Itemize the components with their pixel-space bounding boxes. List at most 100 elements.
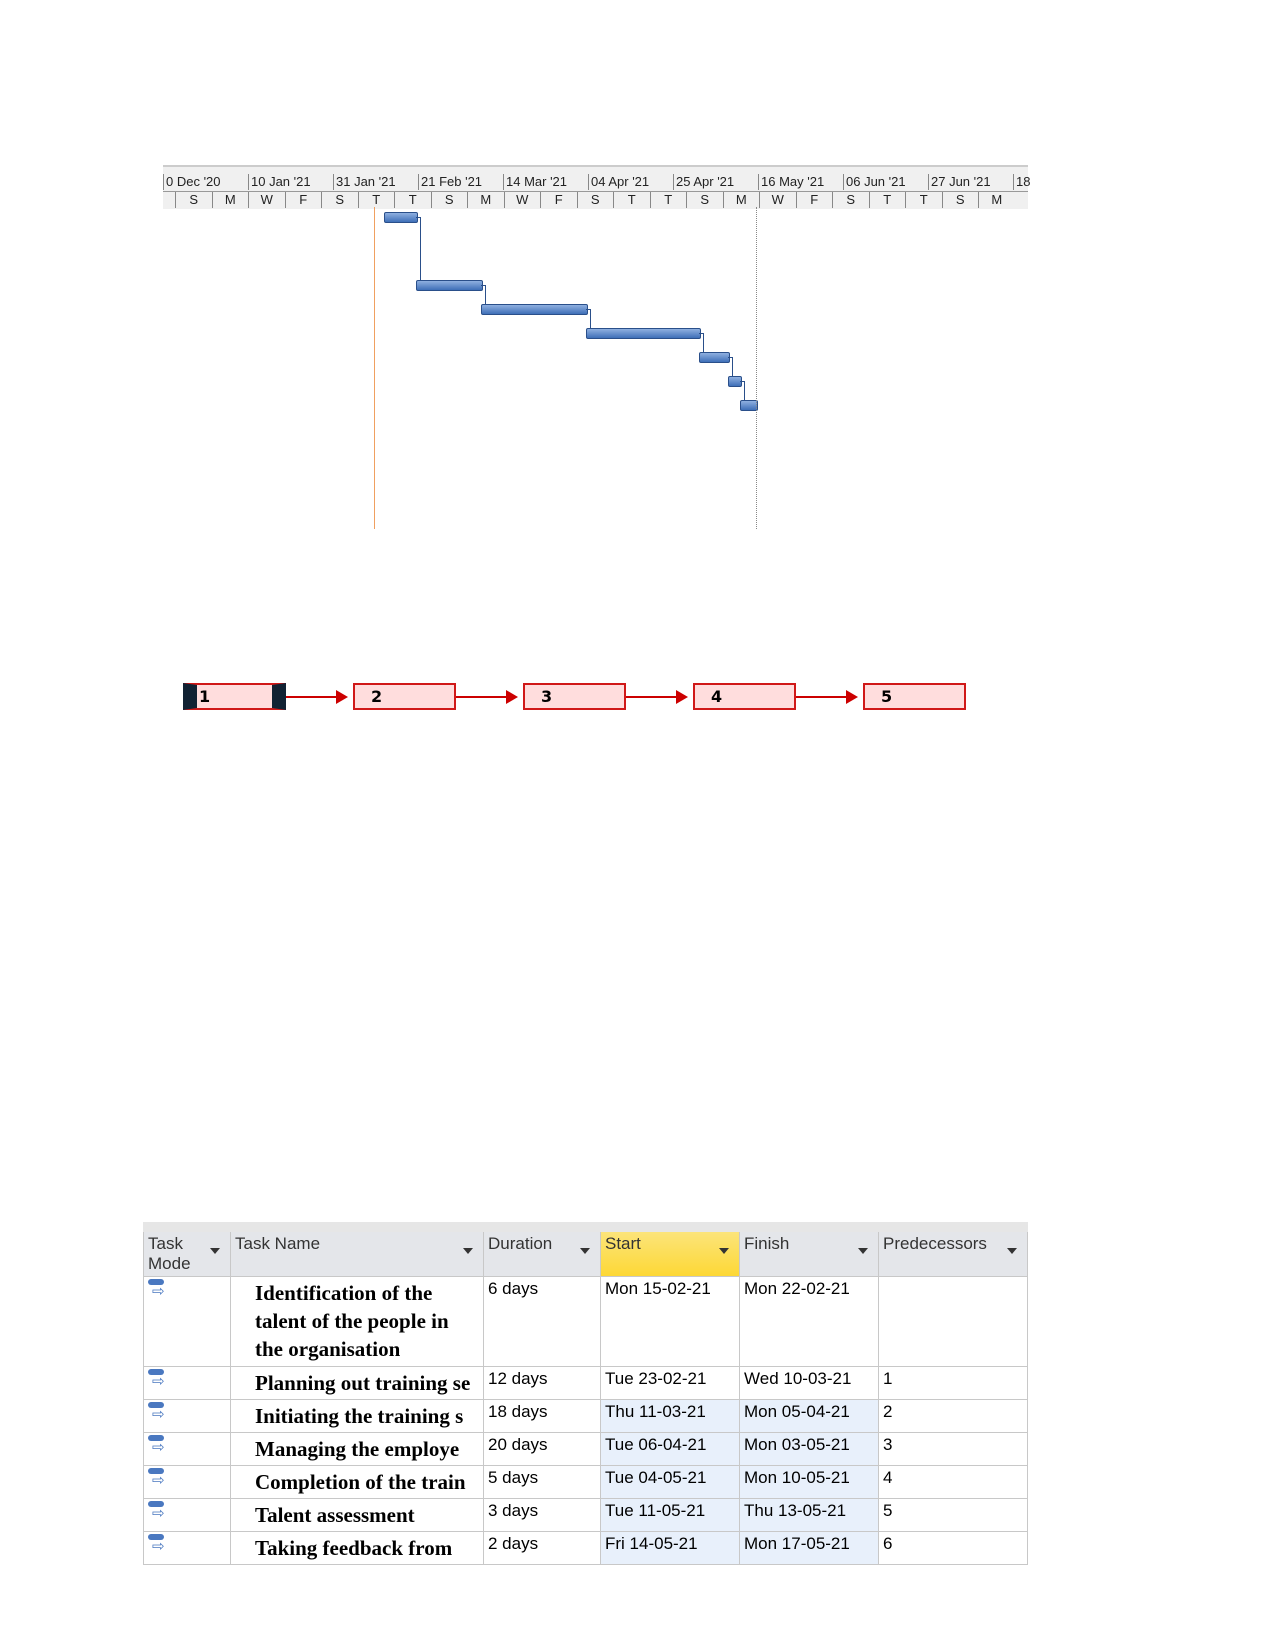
task-start-cell[interactable]: Tue 23-02-21: [600, 1366, 740, 1400]
task-start-cell[interactable]: Thu 11-03-21: [600, 1399, 740, 1433]
task-mode-cell: [143, 1399, 231, 1433]
timescale-minor-label: T: [868, 192, 906, 208]
network-node[interactable]: 2: [353, 683, 456, 710]
task-finish-cell[interactable]: Mon 10-05-21: [739, 1465, 879, 1499]
timescale-major-label: 10 Jan '21: [248, 174, 333, 190]
timescale-major-label: 18: [1013, 174, 1098, 190]
timescale-minor-label: S: [430, 192, 468, 208]
task-duration-cell[interactable]: 18 days: [483, 1399, 601, 1433]
task-pred-cell[interactable]: 5: [878, 1498, 1028, 1532]
task-finish-cell[interactable]: Mon 17-05-21: [739, 1531, 879, 1565]
task-name-cell[interactable]: Initiating the training s: [230, 1399, 484, 1433]
dependency-arrow: [416, 217, 422, 281]
network-node[interactable]: 3: [523, 683, 626, 710]
table-row[interactable]: Completion of the train5 daysTue 04-05-2…: [143, 1465, 1028, 1499]
column-header-label: Task Name: [235, 1234, 321, 1253]
gantt-bar[interactable]: [699, 352, 730, 363]
gantt-bar[interactable]: [480, 304, 589, 315]
gantt-bar[interactable]: [416, 280, 483, 291]
gantt-bar[interactable]: [586, 328, 702, 339]
task-finish-cell[interactable]: Thu 13-05-21: [739, 1498, 879, 1532]
timescale-minor-label: T: [357, 192, 395, 208]
timescale-minor-label: F: [540, 192, 577, 208]
task-pred-cell[interactable]: 3: [878, 1432, 1028, 1466]
timescale-major-label: 21 Feb '21: [418, 174, 503, 190]
task-start-cell[interactable]: Fri 14-05-21: [600, 1531, 740, 1565]
auto-scheduled-icon: [148, 1279, 168, 1300]
auto-scheduled-icon: [148, 1534, 168, 1555]
task-name-cell[interactable]: Completion of the train: [230, 1465, 484, 1499]
timescale-minor-label: M: [467, 192, 504, 208]
task-finish-cell[interactable]: Mon 22-02-21: [739, 1276, 879, 1367]
task-mode-cell: [143, 1276, 231, 1367]
column-header[interactable]: Duration: [483, 1226, 601, 1277]
timescale-major-label: 31 Jan '21: [333, 174, 418, 190]
dropdown-arrow-icon[interactable]: [210, 1248, 220, 1254]
task-pred-cell[interactable]: 1: [878, 1366, 1028, 1400]
task-mode-cell: [143, 1498, 231, 1532]
dropdown-arrow-icon[interactable]: [1007, 1248, 1017, 1254]
timescale-minor-label: S: [832, 192, 869, 208]
timescale-minor-label: W: [759, 192, 796, 208]
dropdown-arrow-icon[interactable]: [719, 1248, 729, 1254]
table-row[interactable]: Managing the employe20 daysTue 06-04-21M…: [143, 1432, 1028, 1466]
column-header[interactable]: Task Mode: [143, 1226, 231, 1277]
task-duration-cell[interactable]: 3 days: [483, 1498, 601, 1532]
table-row[interactable]: Identification of the talent of the peop…: [143, 1276, 1028, 1367]
table-row[interactable]: Initiating the training s18 daysThu 11-0…: [143, 1399, 1028, 1433]
task-duration-cell[interactable]: 5 days: [483, 1465, 601, 1499]
task-name-cell[interactable]: Talent assessment: [230, 1498, 484, 1532]
timescale-major-label: 25 Apr '21: [673, 174, 758, 190]
network-node[interactable]: 4: [693, 683, 796, 710]
task-duration-cell[interactable]: 2 days: [483, 1531, 601, 1565]
task-start-cell[interactable]: Tue 11-05-21: [600, 1498, 740, 1532]
dropdown-arrow-icon[interactable]: [580, 1248, 590, 1254]
timescale-minor-label: T: [613, 192, 650, 208]
column-header[interactable]: Finish: [739, 1226, 879, 1277]
column-header[interactable]: Predecessors: [878, 1226, 1028, 1277]
task-pred-cell[interactable]: [878, 1276, 1028, 1367]
auto-scheduled-icon: [148, 1369, 168, 1390]
task-name-cell[interactable]: Managing the employe: [230, 1432, 484, 1466]
task-mode-cell: [143, 1465, 231, 1499]
column-header[interactable]: Start: [600, 1226, 740, 1277]
task-start-cell[interactable]: Tue 04-05-21: [600, 1465, 740, 1499]
task-finish-cell[interactable]: Mon 05-04-21: [739, 1399, 879, 1433]
network-node[interactable]: 1: [183, 683, 286, 710]
task-duration-cell[interactable]: 20 days: [483, 1432, 601, 1466]
dropdown-arrow-icon[interactable]: [463, 1248, 473, 1254]
timescale-minor-label: S: [576, 192, 614, 208]
auto-scheduled-icon: [148, 1468, 168, 1489]
dropdown-arrow-icon[interactable]: [858, 1248, 868, 1254]
task-pred-cell[interactable]: 2: [878, 1399, 1028, 1433]
timescale-minor-label: S: [941, 192, 979, 208]
table-row[interactable]: Talent assessment3 daysTue 11-05-21Thu 1…: [143, 1498, 1028, 1532]
gantt-timescale: 0 Dec '20 10 Jan '21 31 Jan '21 21 Feb '21 1…: [163, 165, 1030, 209]
network-arrow: [796, 690, 858, 704]
task-finish-cell[interactable]: Wed 10-03-21: [739, 1366, 879, 1400]
column-header[interactable]: Task Name: [230, 1226, 484, 1277]
project-finish-line: [756, 207, 757, 529]
task-name-cell[interactable]: Taking feedback from: [230, 1531, 484, 1565]
timescale-minor-label: T: [394, 192, 431, 208]
task-name-cell[interactable]: Identification of the talent of the peop…: [230, 1276, 484, 1367]
task-pred-cell[interactable]: 6: [878, 1531, 1028, 1565]
task-duration-cell[interactable]: 6 days: [483, 1276, 601, 1367]
timescale-minor-label: F: [795, 192, 833, 208]
task-start-cell[interactable]: Tue 06-04-21: [600, 1432, 740, 1466]
table-row[interactable]: Taking feedback from2 daysFri 14-05-21Mo…: [143, 1531, 1028, 1565]
task-finish-cell[interactable]: Mon 03-05-21: [739, 1432, 879, 1466]
task-name-cell[interactable]: Planning out training se: [230, 1366, 484, 1400]
task-start-cell[interactable]: Mon 15-02-21: [600, 1276, 740, 1367]
table-row[interactable]: Planning out training se12 daysTue 23-02…: [143, 1366, 1028, 1400]
network-node[interactable]: 5: [863, 683, 966, 710]
network-arrow: [626, 690, 688, 704]
timescale-minor-label: W: [503, 192, 541, 208]
column-header-label: Duration: [488, 1234, 553, 1253]
task-pred-cell[interactable]: 4: [878, 1465, 1028, 1499]
task-duration-cell[interactable]: 12 days: [483, 1366, 601, 1400]
gantt-bar[interactable]: [383, 212, 419, 223]
task-table: Task Mode Task Name Duration Start Finish Pre…: [143, 1222, 1028, 1565]
auto-scheduled-icon: [148, 1402, 168, 1423]
current-date-line: [374, 207, 375, 529]
